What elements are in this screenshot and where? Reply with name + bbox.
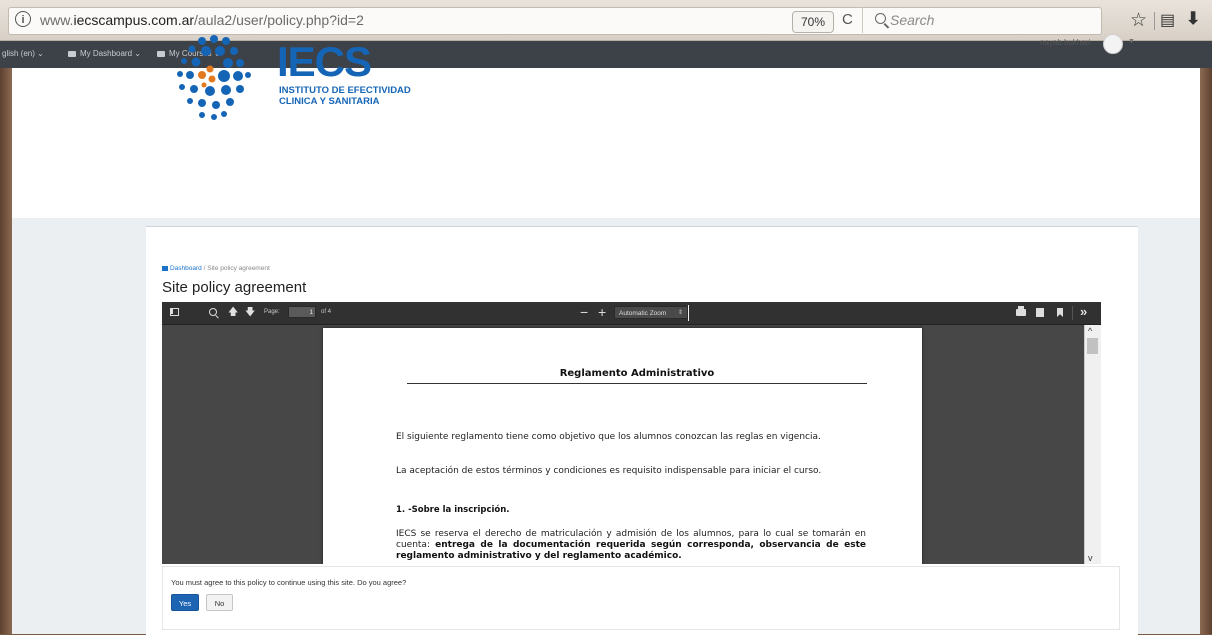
scroll-down-icon[interactable]: v <box>1088 553 1093 563</box>
document-paragraph-1: El siguiente reglamento tiene como objet… <box>396 432 821 442</box>
pdf-document-area[interactable]: Reglamento Administrativo El siguiente r… <box>162 325 1084 564</box>
avatar[interactable] <box>1103 34 1123 54</box>
text-cursor <box>688 305 689 321</box>
user-name[interactable]: nayab bukhari <box>1040 38 1090 47</box>
bookmark-icon[interactable] <box>1057 308 1063 317</box>
my-dashboard-label: My Dashboard <box>80 49 133 58</box>
breadcrumb-current: Site policy agreement <box>207 265 270 272</box>
home-icon <box>162 266 168 271</box>
zoom-select[interactable]: Automatic Zoom ⇕ <box>614 306 688 319</box>
desk-background-right <box>1200 0 1212 634</box>
page-count: of 4 <box>321 309 332 315</box>
page-number-input[interactable]: 1 <box>288 306 316 318</box>
reading-list-icon[interactable]: ▤ <box>1160 10 1175 30</box>
document-paragraph-2: La aceptación de estos términos y condic… <box>396 466 822 476</box>
search-icon <box>875 13 886 24</box>
breadcrumb-dashboard-link[interactable]: Dashboard <box>170 265 202 272</box>
download-document-icon[interactable] <box>1036 308 1044 317</box>
zoom-select-caret-icon: ⇕ <box>677 310 683 316</box>
tools-menu-icon[interactable]: » <box>1080 304 1087 319</box>
dashboard-icon <box>68 50 76 57</box>
paragraph-3-bold: entrega de la documentación requerida se… <box>396 540 866 561</box>
pdf-viewer: 🡅 🡇 Page: 1 of 4 − + Automatic Zoom ⇕ » R… <box>162 302 1101 564</box>
sidebar-toggle-icon[interactable] <box>170 308 179 316</box>
logo-subtitle-line1: INSTITUTO DE EFECTIVIDAD <box>279 85 411 96</box>
search-placeholder: Search <box>890 12 935 28</box>
document-title: Reglamento Administrativo <box>407 368 867 384</box>
url-path: /aula2/user/policy.php?id=2 <box>194 12 364 28</box>
download-icon[interactable]: ⬇ <box>1186 9 1200 29</box>
my-dashboard-menu[interactable]: My Dashboard ⌄ <box>68 49 141 58</box>
scroll-up-icon[interactable]: ^ <box>1088 326 1092 336</box>
pdf-page: Reglamento Administrativo El siguiente r… <box>323 328 922 564</box>
logo-wordmark: IECS <box>277 38 372 85</box>
logo-dots-icon <box>177 35 251 120</box>
yes-button[interactable]: Yes <box>171 594 199 611</box>
pdf-toolbar: 🡅 🡇 Page: 1 of 4 − + Automatic Zoom ⇕ » <box>162 302 1101 325</box>
url-prefix: www. <box>40 12 74 28</box>
pdf-scrollbar[interactable]: ^ v <box>1084 325 1101 564</box>
scrollbar-thumb[interactable] <box>1087 338 1098 354</box>
find-icon[interactable] <box>209 308 217 316</box>
toolbar-divider <box>1154 12 1155 30</box>
document-paragraph-3: IECS se reserva el derecho de matriculac… <box>396 529 866 562</box>
next-page-icon[interactable]: 🡇 <box>245 307 255 319</box>
agreement-panel <box>162 566 1120 630</box>
toolbar-separator <box>1072 306 1073 320</box>
breadcrumb-separator: / <box>203 265 206 272</box>
language-label: glish (en) <box>2 49 35 58</box>
previous-page-icon[interactable]: 🡅 <box>228 307 238 319</box>
logo-subtitle-line2: CLINICA Y SANITARIA <box>279 96 380 107</box>
page-label: Page: <box>264 309 280 315</box>
url-text[interactable]: www.iecscampus.com.ar/aula2/user/policy.… <box>40 12 364 28</box>
site-info-icon[interactable]: i <box>15 11 31 27</box>
language-menu[interactable]: glish (en) ⌄ <box>2 49 44 58</box>
logo-subtitle: INSTITUTO DE EFECTIVIDAD CLINICA Y SANIT… <box>279 85 411 107</box>
search-field[interactable]: Search <box>862 7 1101 33</box>
bookmark-star-icon[interactable]: ☆ <box>1130 9 1147 32</box>
print-icon[interactable] <box>1016 306 1026 316</box>
no-button[interactable]: No <box>206 594 233 611</box>
breadcrumb: Dashboard / Site policy agreement <box>162 265 270 272</box>
zoom-level-indicator[interactable]: 70% <box>792 11 834 33</box>
user-menu-caret-icon[interactable]: ▼ <box>1128 38 1135 45</box>
document-heading-inscripcion: 1. -Sobre la inscripción. <box>396 505 510 515</box>
zoom-select-value: Automatic Zoom <box>619 310 667 317</box>
zoom-out-icon[interactable]: − <box>580 304 588 320</box>
page-title: Site policy agreement <box>162 279 307 296</box>
zoom-in-icon[interactable]: + <box>598 304 606 320</box>
url-domain: iecscampus.com.ar <box>73 12 195 28</box>
reload-icon[interactable]: C <box>842 11 853 28</box>
agreement-question: You must agree to this policy to continu… <box>171 578 407 587</box>
iecs-logo[interactable]: IECS INSTITUTO DE EFECTIVIDAD CLINICA Y … <box>162 29 442 125</box>
desk-background-left <box>0 0 12 634</box>
